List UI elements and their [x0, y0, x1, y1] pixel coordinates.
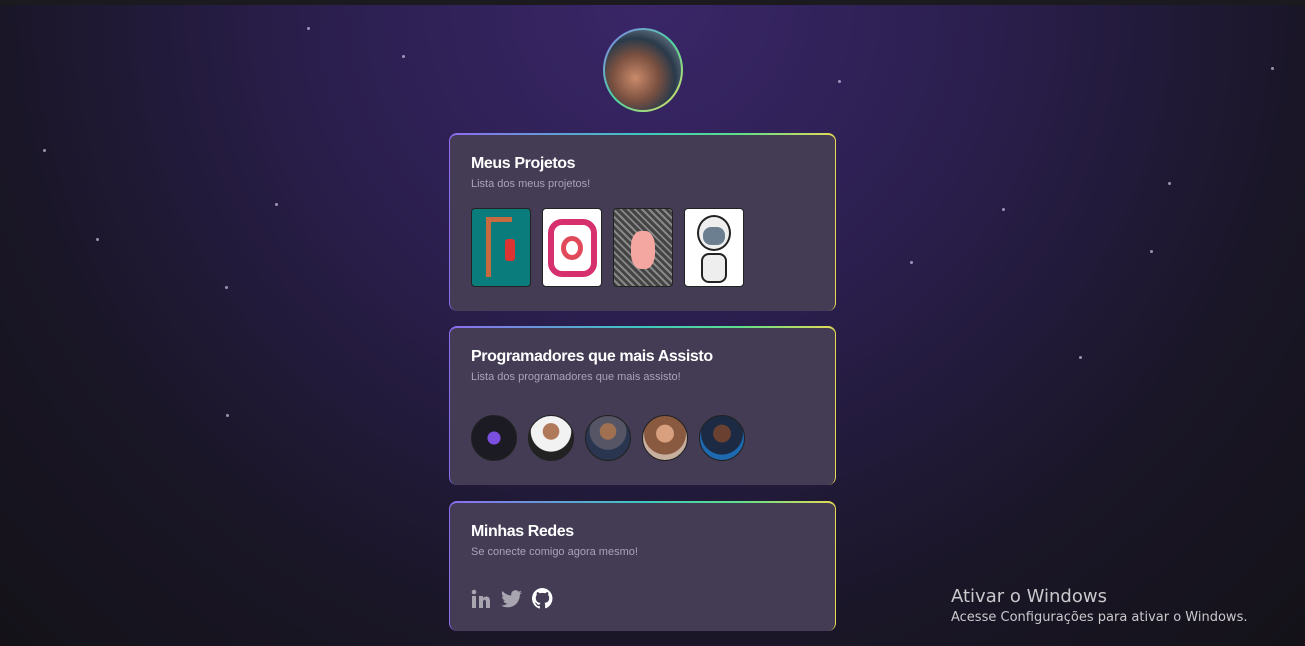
project-instagram[interactable]	[542, 208, 602, 287]
dev-avatar[interactable]	[471, 415, 517, 461]
devs-subtitle: Lista dos programadores que mais assisto…	[471, 371, 681, 383]
watermark-title: Ativar o Windows	[951, 586, 1107, 607]
social-subtitle: Se conecte comigo agora mesmo!	[471, 546, 638, 558]
linkedin-icon[interactable]	[471, 589, 491, 609]
social-card: Minhas Redes Se conecte comigo agora mes…	[449, 501, 836, 631]
profile-avatar	[603, 28, 683, 112]
social-title: Minhas Redes	[471, 523, 574, 540]
projects-subtitle: Lista dos meus projetos!	[471, 178, 591, 190]
github-icon[interactable]	[532, 588, 553, 609]
projects-card: Meus Projetos Lista dos meus projetos!	[449, 133, 836, 311]
devs-card: Programadores que mais Assisto Lista dos…	[449, 326, 836, 485]
dev-avatar[interactable]	[528, 415, 574, 461]
windows-activation-watermark: Ativar o Windows Acesse Configurações pa…	[951, 586, 1247, 625]
top-bar	[0, 0, 1305, 5]
dev-avatar[interactable]	[585, 415, 631, 461]
projects-title: Meus Projetos	[471, 155, 576, 172]
dev-avatar[interactable]	[642, 415, 688, 461]
project-hangman[interactable]	[471, 208, 531, 287]
twitter-icon[interactable]	[501, 589, 522, 608]
project-robot[interactable]	[684, 208, 744, 287]
devs-title: Programadores que mais Assisto	[471, 348, 713, 365]
watermark-subtitle: Acesse Configurações para ativar o Windo…	[951, 610, 1248, 625]
project-noise[interactable]	[613, 208, 673, 287]
dev-avatar[interactable]	[699, 415, 745, 461]
